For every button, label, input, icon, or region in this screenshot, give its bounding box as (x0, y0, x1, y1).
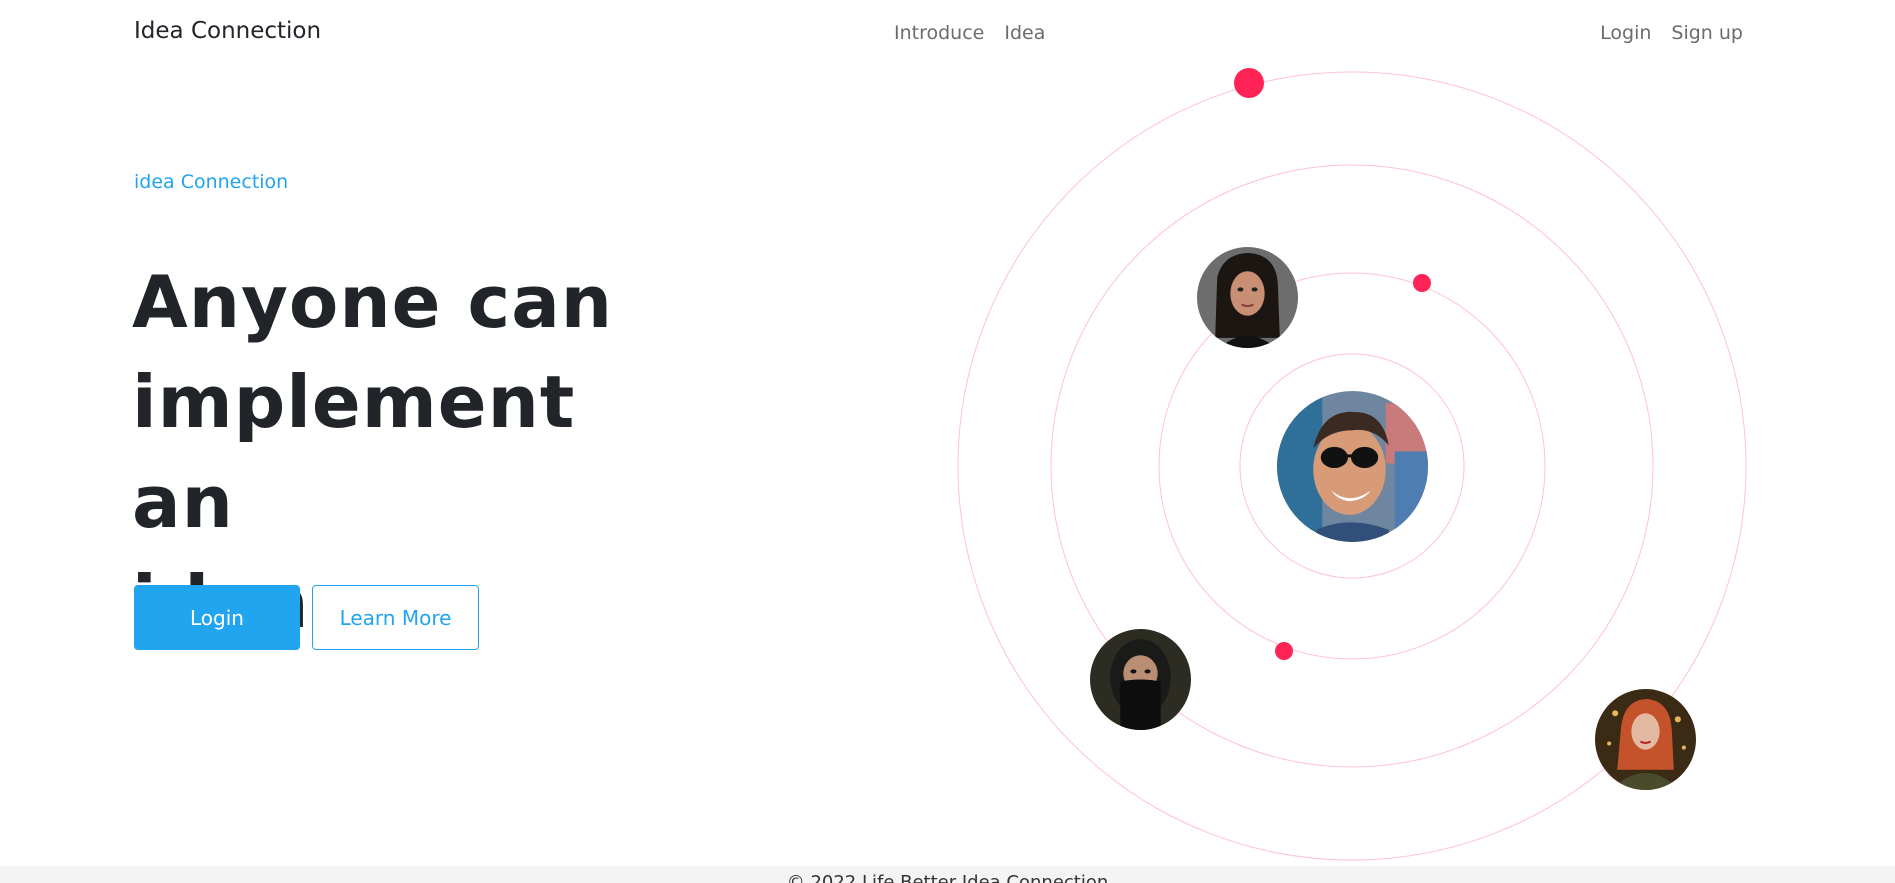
footer: © 2022 Life Better Idea Connection (0, 866, 1895, 883)
hero-eyebrow: idea Connection (134, 171, 289, 193)
footer-copyright: © 2022 Life Better Idea Connection (786, 872, 1109, 883)
avatar-top-left (1197, 247, 1298, 348)
nav-link-signup[interactable]: Sign up (1671, 22, 1743, 44)
login-button[interactable]: Login (134, 585, 300, 650)
top-navbar: Idea Connection Introduce Idea Login Sig… (0, 0, 1895, 68)
avatar-bottom-right (1595, 689, 1696, 790)
nav-link-introduce[interactable]: Introduce (894, 22, 984, 44)
avatar-bottom-left (1090, 629, 1191, 730)
avatar-center (1277, 391, 1428, 542)
headline-line-1: Anyone can (132, 260, 614, 344)
main-nav: Introduce Idea (894, 22, 1045, 44)
nav-link-login[interactable]: Login (1600, 22, 1651, 44)
learn-more-button[interactable]: Learn More (312, 585, 479, 650)
nav-link-idea[interactable]: Idea (1004, 22, 1045, 44)
headline-line-2: implement an (132, 360, 576, 544)
orbit-dot-lower (1275, 642, 1293, 660)
orbit-dot-inner (1413, 274, 1431, 292)
auth-nav: Login Sign up (1600, 22, 1743, 44)
brand-logo-link[interactable]: Idea Connection (134, 18, 321, 44)
orbit-dot-top (1234, 68, 1264, 98)
